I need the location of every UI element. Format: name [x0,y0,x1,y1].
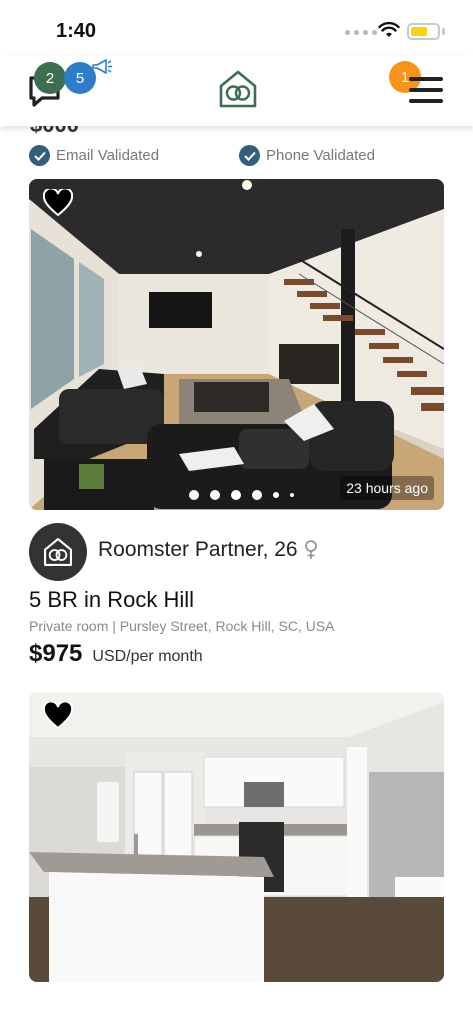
carousel-dot[interactable] [273,492,279,498]
roomster-logo-icon [43,537,73,567]
carousel-dot[interactable] [252,490,262,500]
roomster-logo-icon[interactable] [217,68,259,110]
megaphone-icon[interactable] [91,58,113,76]
email-validated-badge: Email Validated [29,145,159,166]
carousel-dot[interactable] [231,490,241,500]
phone-validated-label: Phone Validated [266,147,375,164]
signal-icon [345,30,377,35]
carousel-dot[interactable] [189,490,199,500]
poster-info[interactable]: Roomster Partner, 26 [98,538,318,562]
app-header: 2 5 1 [0,56,473,126]
poster-name: Roomster Partner, 26 [98,538,298,561]
phone-validated-badge: Phone Validated [239,145,375,166]
check-circle-icon [29,145,50,166]
email-validated-label: Email Validated [56,147,160,164]
listing-price: $975 [29,640,83,667]
status-time: 1:40 [56,20,97,42]
poster-avatar[interactable] [29,523,87,581]
listing-photo[interactable]: 23 hours ago [29,179,444,510]
listing-price-row: $975 USD/per month [29,640,203,668]
messages-count-badge[interactable]: 2 [34,62,66,94]
check-circle-icon [239,145,260,166]
carousel-dot[interactable] [290,493,294,497]
wifi-icon [378,22,400,37]
carousel-dot[interactable] [210,490,220,500]
female-icon [304,540,317,559]
battery-icon [407,23,440,40]
status-bar: 1:40 [0,0,473,56]
living-room-image [29,179,444,510]
listing-price-period: USD/per month [92,648,203,665]
carousel-indicator[interactable] [189,490,294,500]
listing-title[interactable]: 5 BR in Rock Hill [29,587,194,613]
favorite-heart-icon[interactable] [43,189,73,217]
listing-photo[interactable] [29,692,444,982]
hamburger-menu-icon[interactable] [409,77,443,105]
listing-subtitle: Private room | Pursley Street, Rock Hill… [29,618,335,634]
kitchen-image [29,692,444,982]
favorite-heart-icon[interactable] [43,702,73,730]
posted-time-label: 23 hours ago [340,476,434,500]
